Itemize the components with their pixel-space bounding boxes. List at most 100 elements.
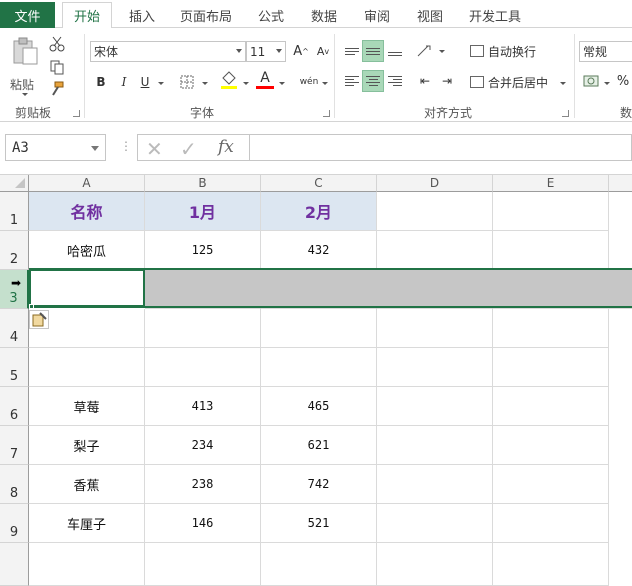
cancel-icon[interactable]: ✕: [146, 137, 163, 161]
cell-d4[interactable]: [377, 309, 493, 348]
cell-d6[interactable]: [377, 387, 493, 426]
cell-d3[interactable]: [377, 270, 493, 309]
tab-formulas[interactable]: 公式: [249, 2, 293, 29]
cell-d9[interactable]: [377, 504, 493, 543]
cell-c1[interactable]: 2月: [261, 192, 377, 231]
cell-a10[interactable]: [29, 543, 145, 586]
cell-a6[interactable]: 草莓: [29, 387, 145, 426]
clipboard-launcher-icon[interactable]: [73, 110, 80, 117]
cell-b4[interactable]: [145, 309, 261, 348]
cell-b6[interactable]: 413: [145, 387, 261, 426]
align-right-button[interactable]: [384, 70, 406, 92]
underline-button[interactable]: U: [134, 71, 156, 93]
cell-e8[interactable]: [493, 465, 609, 504]
row-header-10[interactable]: [0, 543, 29, 586]
paste-options-button[interactable]: [29, 310, 49, 329]
align-top-button[interactable]: [341, 40, 363, 62]
name-box-dropdown-icon[interactable]: [91, 146, 99, 151]
cell-e6[interactable]: [493, 387, 609, 426]
phonetic-guide-button[interactable]: wén: [298, 71, 320, 93]
name-box[interactable]: A3: [5, 134, 106, 161]
bold-button[interactable]: B: [90, 71, 112, 93]
align-center-button[interactable]: [362, 70, 384, 92]
cell-d5[interactable]: [377, 348, 493, 387]
increase-indent-button[interactable]: ⇥: [436, 70, 458, 92]
cell-d2[interactable]: [377, 231, 493, 270]
fill-color-button[interactable]: [218, 69, 240, 91]
cell-c7[interactable]: 621: [261, 426, 377, 465]
formula-input[interactable]: [249, 134, 632, 161]
font-launcher-icon[interactable]: [323, 110, 330, 117]
grow-font-button[interactable]: A ^: [290, 40, 312, 62]
row-header-4[interactable]: 4: [0, 309, 29, 348]
row-header-7[interactable]: 7: [0, 426, 29, 465]
row-header-1[interactable]: 1: [0, 192, 29, 231]
cell-e3[interactable]: [493, 270, 632, 309]
cell-c8[interactable]: 742: [261, 465, 377, 504]
cell-e10[interactable]: [493, 543, 609, 586]
insert-function-icon[interactable]: fx: [218, 137, 234, 157]
cell-b5[interactable]: [145, 348, 261, 387]
cell-b1[interactable]: 1月: [145, 192, 261, 231]
alignment-launcher-icon[interactable]: [562, 110, 569, 117]
cell-d7[interactable]: [377, 426, 493, 465]
align-left-button[interactable]: [341, 70, 363, 92]
select-all-corner[interactable]: [0, 175, 29, 192]
merge-center-button[interactable]: 合并后居中: [470, 72, 570, 92]
accounting-format-button[interactable]: [580, 70, 602, 92]
cell-e9[interactable]: [493, 504, 609, 543]
italic-button[interactable]: I: [113, 71, 135, 93]
cell-e7[interactable]: [493, 426, 609, 465]
font-color-button[interactable]: A: [254, 69, 276, 91]
cell-b3[interactable]: [145, 270, 261, 309]
cell-c9[interactable]: 521: [261, 504, 377, 543]
row-header-9[interactable]: 9: [0, 504, 29, 543]
align-bottom-button[interactable]: [384, 40, 406, 62]
cell-c10[interactable]: [261, 543, 377, 586]
tab-file[interactable]: 文件: [0, 2, 55, 29]
cell-c2[interactable]: 432: [261, 231, 377, 270]
tab-review[interactable]: 审阅: [355, 2, 399, 29]
cell-a2[interactable]: 哈密瓜: [29, 231, 145, 270]
tab-home[interactable]: 开始: [62, 2, 112, 29]
cell-c4[interactable]: [261, 309, 377, 348]
font-size-select[interactable]: 11: [246, 41, 286, 62]
number-format-select[interactable]: 常规: [579, 41, 632, 62]
cell-e1[interactable]: [493, 192, 609, 231]
cell-d8[interactable]: [377, 465, 493, 504]
row-header-2[interactable]: 2: [0, 231, 29, 270]
row-header-6[interactable]: 6: [0, 387, 29, 426]
cell-b2[interactable]: 125: [145, 231, 261, 270]
cell-a3[interactable]: [29, 269, 145, 307]
cell-e2[interactable]: [493, 231, 609, 270]
cell-e5[interactable]: [493, 348, 609, 387]
cell-a7[interactable]: 梨子: [29, 426, 145, 465]
tab-developer[interactable]: 开发工具: [461, 2, 529, 29]
cut-button[interactable]: [46, 33, 68, 55]
column-header-a[interactable]: A: [29, 175, 145, 192]
cell-d10[interactable]: [377, 543, 493, 586]
tab-page-layout[interactable]: 页面布局: [172, 2, 240, 29]
borders-button[interactable]: [176, 71, 198, 93]
cell-c5[interactable]: [261, 348, 377, 387]
align-middle-button[interactable]: [362, 40, 384, 62]
cell-b7[interactable]: 234: [145, 426, 261, 465]
row-header-8[interactable]: 8: [0, 465, 29, 504]
enter-icon[interactable]: ✓: [180, 137, 197, 161]
column-header-e[interactable]: E: [493, 175, 609, 192]
column-header-d[interactable]: D: [377, 175, 493, 192]
cell-b8[interactable]: 238: [145, 465, 261, 504]
cell-e4[interactable]: [493, 309, 609, 348]
wrap-text-button[interactable]: 自动换行: [470, 41, 570, 61]
row-header-3[interactable]: ➡ 3: [0, 270, 29, 309]
percent-style-button[interactable]: %: [612, 70, 632, 92]
cell-d1[interactable]: [377, 192, 493, 231]
column-header-b[interactable]: B: [145, 175, 261, 192]
cell-c6[interactable]: 465: [261, 387, 377, 426]
cell-b9[interactable]: 146: [145, 504, 261, 543]
column-header-f[interactable]: [609, 175, 632, 192]
font-name-select[interactable]: 宋体: [90, 41, 246, 62]
cell-a1[interactable]: 名称: [29, 192, 145, 231]
shrink-font-button[interactable]: Av: [312, 40, 334, 62]
format-painter-button[interactable]: [46, 78, 68, 100]
